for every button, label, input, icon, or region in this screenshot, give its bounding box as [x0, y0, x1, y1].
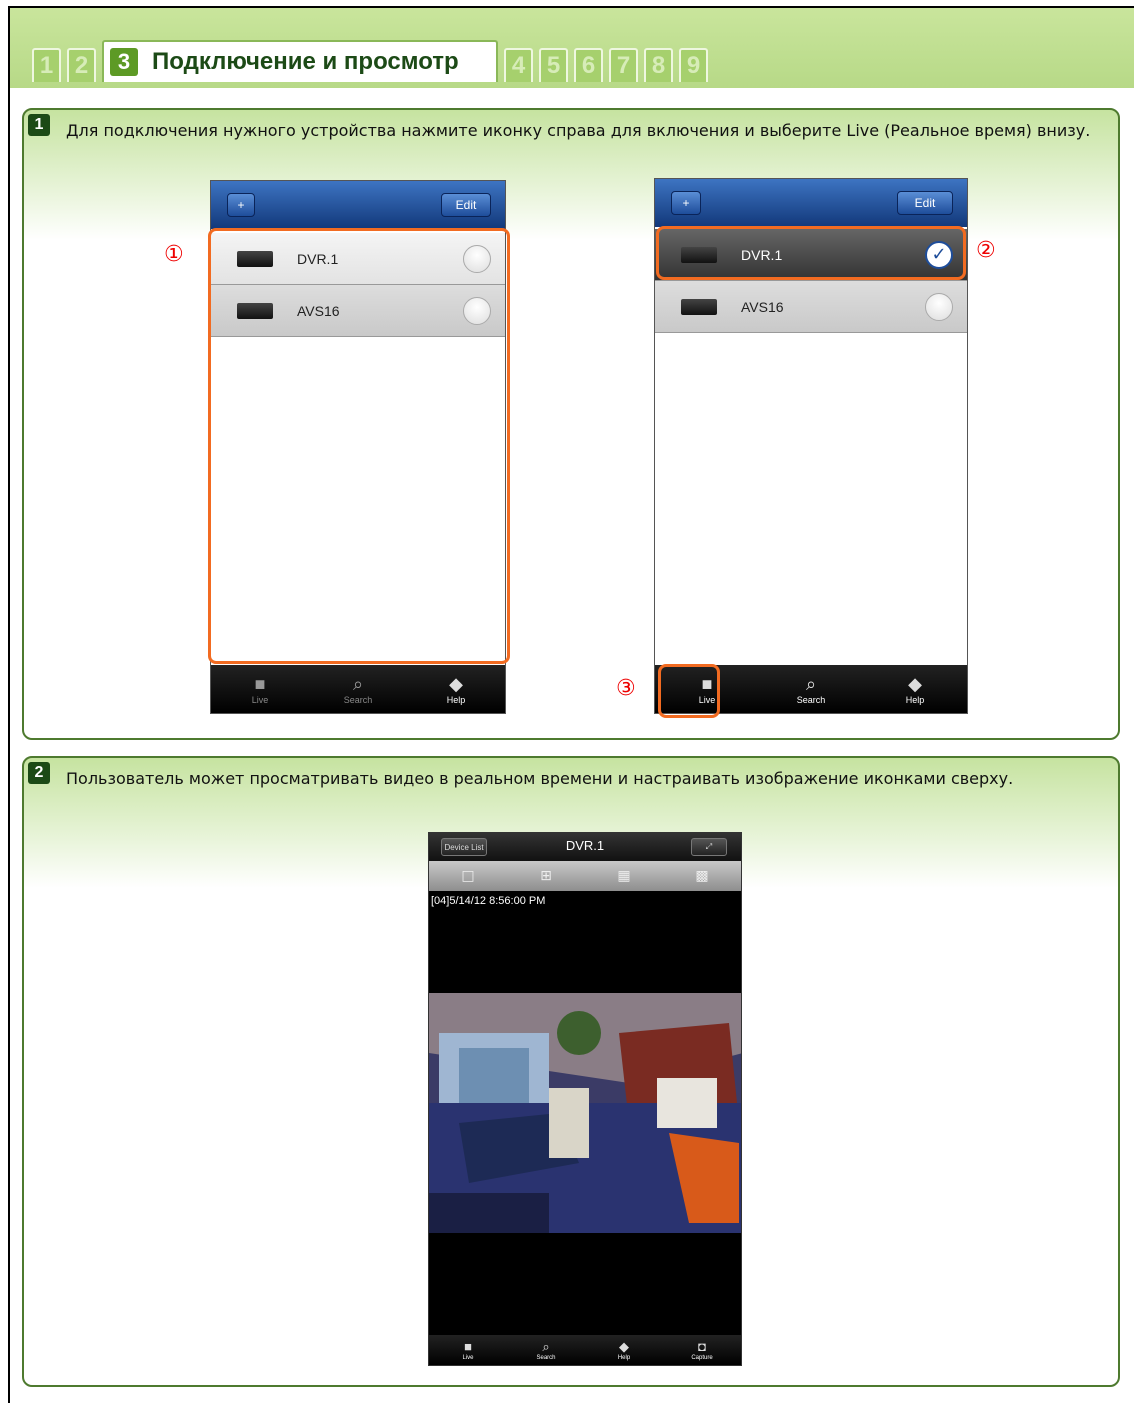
- tab-bar: ■ Live ⌕ Search ◆ Help: [211, 665, 505, 713]
- camera-timestamp: [04]5/14/12 8:56:00 PM: [431, 895, 546, 907]
- layout-4-icon[interactable]: ⊞: [536, 867, 556, 885]
- nav-bar: + Edit: [211, 181, 505, 229]
- tab-5[interactable]: 5: [539, 48, 568, 82]
- tab-4[interactable]: 4: [504, 48, 533, 82]
- tab-help[interactable]: ◆ Help: [407, 665, 505, 713]
- viewer-tab-bar: ■ Live ⌕ Search ◆ Help ◘ Capture: [429, 1335, 741, 1365]
- step-2-description: Пользователь может просматривать видео в…: [66, 769, 1014, 788]
- help-icon: ◆: [908, 674, 922, 694]
- tab-live-label: Live: [251, 695, 269, 705]
- tab-search[interactable]: ⌕ Search: [309, 665, 407, 713]
- tab-8[interactable]: 8: [644, 48, 673, 82]
- step-1-number: 1: [28, 114, 50, 136]
- tab-help-label: Help: [617, 1355, 631, 1361]
- tab-live[interactable]: ■ Live: [211, 665, 309, 713]
- tab-live[interactable]: ■ Live: [429, 1335, 507, 1365]
- device-name: AVS16: [741, 298, 784, 315]
- select-radio[interactable]: [925, 292, 953, 321]
- edit-button[interactable]: Edit: [441, 193, 491, 217]
- tab-3-title: Подключение и просмотр: [152, 48, 459, 75]
- tab-live-label: Live: [462, 1355, 474, 1361]
- help-icon: ◆: [619, 1339, 629, 1354]
- expand-icon: ⤢: [705, 842, 713, 851]
- tab-1[interactable]: 1: [32, 48, 61, 82]
- step-2-number: 2: [28, 762, 50, 784]
- tab-2[interactable]: 2: [67, 48, 96, 82]
- tab-capture[interactable]: ◘ Capture: [663, 1335, 741, 1365]
- device-row-avs16[interactable]: AVS16: [655, 281, 967, 333]
- live-view-screen: Device List DVR.1 ⤢ □ ⊞ ▦ ▩ [04]5/14/12 …: [428, 832, 742, 1366]
- layout-9-icon[interactable]: ▦: [614, 867, 634, 885]
- tab-help-label: Help: [905, 695, 925, 705]
- tab-help[interactable]: ◆ Help: [863, 665, 967, 713]
- dvr-icon: [681, 298, 717, 315]
- marker-1: ①: [164, 242, 184, 267]
- highlight-selected-row: [656, 226, 966, 280]
- add-device-button[interactable]: +: [227, 193, 255, 217]
- layout-16-icon[interactable]: ▩: [692, 867, 712, 885]
- tab-3-number: 3: [110, 48, 138, 76]
- step-1-description: Для подключения нужного устройства нажми…: [66, 121, 1091, 140]
- tab-3[interactable]: 3 Подключение и просмотр: [102, 40, 498, 82]
- tab-9[interactable]: 9: [679, 48, 708, 82]
- marker-3: ③: [616, 676, 636, 701]
- step-tabs: 1 2 3 Подключение и просмотр 4 5 6 7 8 9: [32, 40, 714, 82]
- tab-search[interactable]: ⌕ Search: [759, 665, 863, 713]
- tab-search[interactable]: ⌕ Search: [507, 1335, 585, 1365]
- camera-image: [429, 993, 741, 1233]
- camera-feed[interactable]: [429, 993, 741, 1233]
- edit-button[interactable]: Edit: [897, 191, 953, 215]
- highlight-device-list: [208, 228, 510, 664]
- search-icon: ⌕: [352, 674, 364, 694]
- nav-bar: + Edit: [655, 179, 967, 227]
- capture-icon: ◘: [698, 1339, 706, 1354]
- tab-capture-label: Capture: [691, 1355, 713, 1361]
- marker-2: ②: [976, 238, 996, 263]
- camera-icon: ■: [464, 1339, 472, 1354]
- tab-search-label: Search: [343, 695, 373, 705]
- layout-1-icon[interactable]: □: [458, 867, 478, 885]
- search-icon: ⌕: [542, 1339, 550, 1354]
- help-icon: ◆: [449, 674, 463, 694]
- tab-help-label: Help: [446, 695, 466, 705]
- layout-toolbar: □ ⊞ ▦ ▩: [429, 861, 741, 891]
- search-icon: ⌕: [805, 674, 817, 694]
- step-1-panel: 1 Для подключения нужного устройства наж…: [22, 108, 1120, 740]
- tab-search-label: Search: [796, 695, 826, 705]
- camera-icon: ■: [254, 674, 266, 694]
- tab-search-label: Search: [536, 1355, 556, 1361]
- step-2-panel: 2 Пользователь может просматривать видео…: [22, 756, 1120, 1387]
- tab-7[interactable]: 7: [609, 48, 638, 82]
- tab-help[interactable]: ◆ Help: [585, 1335, 663, 1365]
- add-device-button[interactable]: +: [671, 191, 701, 215]
- fullscreen-button[interactable]: ⤢: [691, 838, 727, 856]
- highlight-live-tab: [658, 664, 720, 718]
- viewer-top-bar: Device List DVR.1 ⤢: [429, 833, 741, 861]
- tab-6[interactable]: 6: [574, 48, 603, 82]
